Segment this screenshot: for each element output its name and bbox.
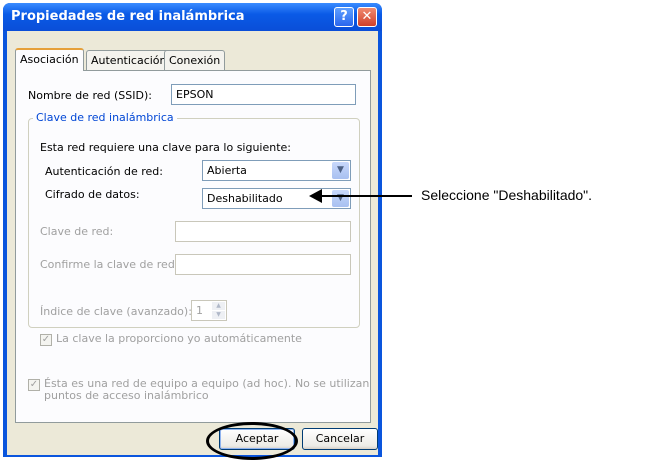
callout-text: Seleccione "Deshabilitado".	[421, 187, 593, 203]
auth-label: Autenticación de red:	[45, 165, 163, 178]
window-title: Propiedades de red inalámbrica	[11, 9, 245, 24]
network-key-label: Clave de red:	[40, 225, 114, 238]
adhoc-label-line2: puntos de acceso inalámbrico	[44, 389, 209, 402]
network-key-input[interactable]	[175, 221, 351, 242]
help-icon: ?	[340, 9, 348, 24]
encryption-select[interactable]: Deshabilitado ▼	[202, 188, 351, 209]
close-button[interactable]: ✕	[357, 7, 377, 27]
callout-line	[320, 195, 412, 197]
tab-panel-asociacion: Nombre de red (SSID): EPSON Clave de red…	[15, 70, 371, 423]
help-button[interactable]: ?	[334, 7, 354, 27]
chevron-down-icon[interactable]: ▼	[332, 162, 349, 179]
confirm-key-label: Confirme la clave de red:	[40, 258, 179, 271]
auth-select-value: Abierta	[207, 164, 247, 177]
cancel-button[interactable]: Cancelar	[302, 428, 378, 450]
ssid-label: Nombre de red (SSID):	[28, 89, 152, 102]
wireless-key-legend: Clave de red inalámbrica	[33, 111, 177, 124]
ssid-input[interactable]: EPSON	[171, 84, 356, 105]
spin-down-icon[interactable]: ▼	[212, 311, 225, 319]
encryption-label: Cifrado de datos:	[45, 188, 140, 201]
adhoc-checkbox[interactable]: ✓	[28, 379, 40, 391]
chevron-down-icon[interactable]: ▼	[332, 190, 349, 207]
requirement-text: Esta red requiere una clave para lo sigu…	[40, 141, 292, 154]
confirm-key-input[interactable]	[175, 254, 351, 275]
dialog-window: Propiedades de red inalámbrica ? ✕ Asoci…	[3, 3, 382, 457]
key-index-spinner[interactable]: 1 ▲ ▼	[191, 300, 227, 321]
dialog-client-area: Asociación Autenticación Conexión Nombre…	[7, 31, 378, 455]
tab-conexion[interactable]: Conexión	[164, 50, 226, 70]
title-bar[interactable]: Propiedades de red inalámbrica ? ✕	[3, 3, 382, 31]
close-icon: ✕	[361, 9, 373, 24]
spin-up-icon[interactable]: ▲	[212, 302, 225, 310]
tab-autenticacion[interactable]: Autenticación	[86, 50, 172, 70]
tab-asociacion[interactable]: Asociación	[15, 48, 84, 71]
auto-key-label: La clave la proporciono yo automáticamen…	[56, 332, 302, 345]
encryption-select-value: Deshabilitado	[207, 192, 283, 205]
auto-key-checkbox[interactable]: ✓	[40, 334, 52, 346]
key-index-value: 1	[196, 304, 203, 317]
auth-select[interactable]: Abierta ▼	[202, 160, 351, 181]
highlight-ellipse	[206, 422, 298, 460]
key-index-label: Índice de clave (avanzado):	[40, 305, 192, 318]
